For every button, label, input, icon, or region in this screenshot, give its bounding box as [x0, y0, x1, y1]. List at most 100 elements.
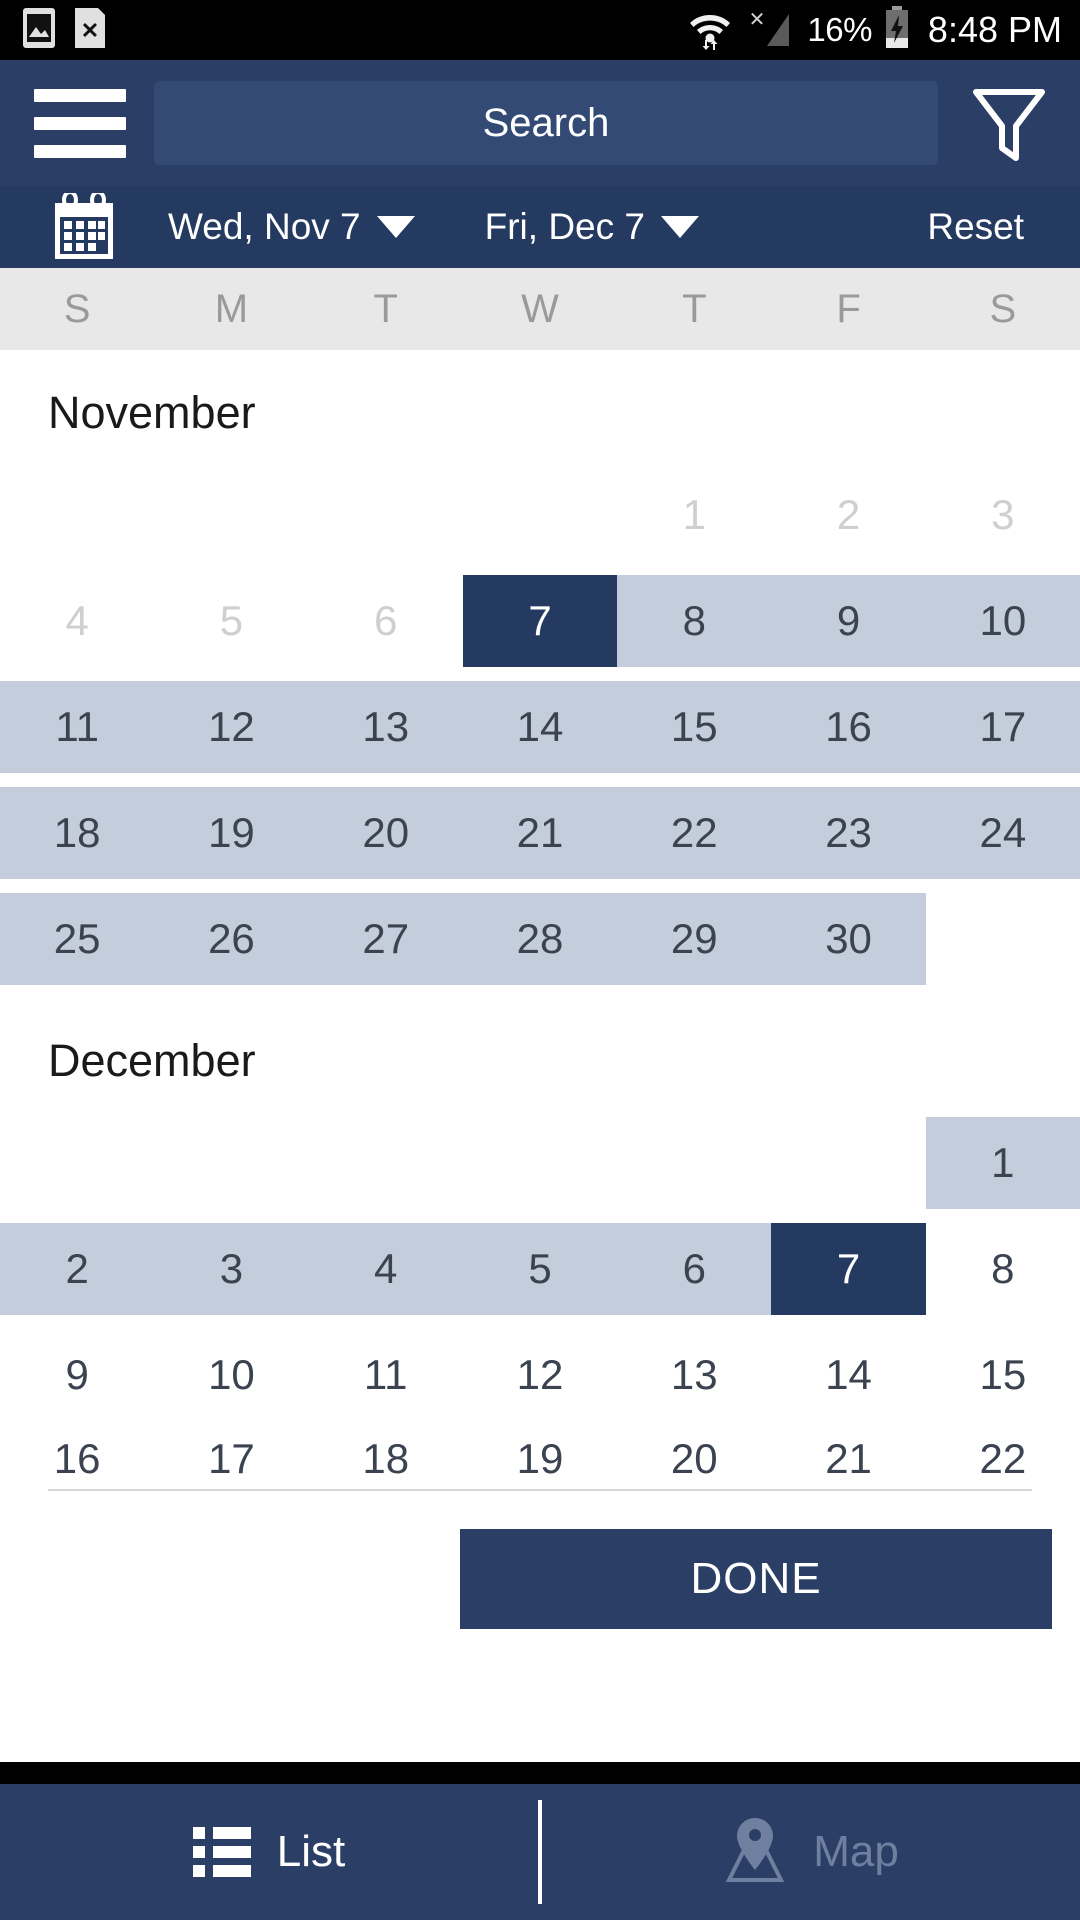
weekday-label: W	[521, 286, 559, 331]
calendar-day-cell[interactable]: 10	[925, 575, 1080, 667]
calendar-day-cell[interactable]: 15	[617, 681, 772, 773]
calendar-day-cell[interactable]: 19	[463, 1435, 617, 1483]
calendar-day-cell[interactable]: 19	[154, 787, 309, 879]
hamburger-menu-icon[interactable]	[34, 88, 126, 158]
calendar-row-gap	[0, 667, 1080, 681]
calendar-day-empty	[154, 469, 308, 561]
calendar-row-gap	[0, 1209, 1080, 1223]
calendar-day-cell[interactable]: 23	[771, 787, 926, 879]
calendar-day-cell[interactable]: 6	[617, 1223, 772, 1315]
image-icon	[22, 7, 56, 54]
weekday-label: T	[373, 286, 398, 331]
calendar-day-cell[interactable]: 22	[926, 1435, 1080, 1483]
calendar-day-cell[interactable]: 17	[925, 681, 1080, 773]
calendar-day-cell[interactable]: 4	[308, 1223, 463, 1315]
calendar-day-cell[interactable]: 22	[617, 787, 772, 879]
weekday-label: T	[682, 286, 707, 331]
calendar-day-cell[interactable]: 8	[617, 575, 772, 667]
nav-item-map[interactable]: Map	[542, 1784, 1080, 1920]
calendar-day-cell[interactable]: 5	[462, 1223, 618, 1315]
calendar-day-cell[interactable]: 8	[926, 1223, 1080, 1315]
wifi-icon	[687, 6, 733, 55]
calendar-row-gap	[0, 1315, 1080, 1329]
calendar-day-cell[interactable]: 28	[462, 893, 618, 985]
end-date-selector[interactable]: Fri, Dec 7	[485, 206, 699, 248]
svg-text:✕: ✕	[749, 9, 766, 31]
calendar-day-cell[interactable]: 16	[0, 1435, 154, 1483]
calendar-day-cell[interactable]: 12	[463, 1329, 617, 1421]
weekday-label: S	[63, 286, 91, 331]
status-bar-left-icons: ✕	[22, 7, 106, 54]
calendar-row-gap	[0, 985, 1080, 999]
calendar-day-cell: 4	[65, 597, 89, 644]
svg-text:✕: ✕	[81, 18, 99, 43]
list-icon	[192, 1827, 251, 1877]
calendar-day-cell[interactable]: 21	[771, 1435, 925, 1483]
nav-item-map-label: Map	[813, 1827, 899, 1876]
calendar-day-cell[interactable]: 9	[0, 1329, 154, 1421]
filter-funnel-icon[interactable]	[966, 82, 1052, 164]
calendar-day-cell[interactable]: 7	[771, 1223, 926, 1315]
calendar-week-row: 16 17 18 19 20 21 22	[0, 1435, 1080, 1483]
calendar-day-cell: 6	[374, 597, 398, 644]
calendar-day-cell[interactable]: 17	[154, 1435, 308, 1483]
calendar-day-cell[interactable]: 14	[771, 1329, 925, 1421]
calendar-week-row: 1	[0, 1117, 1080, 1209]
calendar-day-cell[interactable]: 25	[0, 893, 155, 985]
calendar-row-gap	[0, 561, 1080, 575]
calendar-day-cell[interactable]: 9	[771, 575, 926, 667]
done-button[interactable]: DONE	[460, 1529, 1052, 1629]
calendar-day-cell[interactable]: 11	[0, 681, 155, 773]
signal-x-icon: ✕	[745, 6, 795, 55]
calendar-day-cell[interactable]: 24	[925, 787, 1080, 879]
calendar-week-row: 9 10 11 12 13 14 15	[0, 1329, 1080, 1421]
calendar-row-gap	[0, 773, 1080, 787]
calendar-day-cell[interactable]: 2	[0, 1223, 155, 1315]
status-bar-right-icons: ✕ 16% 8:48 PM	[687, 5, 1062, 55]
calendar-day-cell[interactable]: 30	[771, 893, 926, 985]
calendar-icon[interactable]	[0, 193, 168, 261]
calendar-day-cell[interactable]: 3	[154, 1223, 309, 1315]
month-title: December	[48, 1035, 256, 1086]
sim-card-x-icon: ✕	[74, 7, 106, 54]
calendar-day-cell[interactable]: 16	[771, 681, 926, 773]
calendar-week-row: 18 19 20 21 22 23 24	[0, 787, 1080, 879]
calendar-day-cell[interactable]: 12	[154, 681, 309, 773]
calendar-row-gap	[0, 1421, 1080, 1435]
calendar-day-empty	[771, 1117, 925, 1209]
calendar-day-empty	[309, 469, 463, 561]
calendar-day-cell[interactable]: 20	[617, 1435, 771, 1483]
calendar-day-cell[interactable]: 14	[462, 681, 618, 773]
calendar-day-cell[interactable]: 10	[154, 1329, 308, 1421]
nav-item-list[interactable]: List	[0, 1784, 538, 1920]
calendar-day-cell[interactable]: 1	[925, 1117, 1080, 1209]
calendar-day-cell[interactable]: 13	[308, 681, 463, 773]
calendar-day-empty	[154, 1117, 308, 1209]
calendar-day-empty	[0, 1117, 154, 1209]
done-row: DONE	[0, 1491, 1080, 1629]
reset-button[interactable]: Reset	[927, 206, 1024, 248]
calendar-day-cell[interactable]: 18	[309, 1435, 463, 1483]
weekday-label: S	[989, 286, 1017, 331]
calendar-day-cell[interactable]: 29	[617, 893, 772, 985]
calendar-scroll-area[interactable]: November 1 2 3 4 5 6 7 8 9 10 11 12 13 14 15 16 17 18 19 20 2…	[0, 351, 1080, 1920]
calendar-day-cell[interactable]: 18	[0, 787, 155, 879]
search-input[interactable]: Search	[154, 81, 938, 165]
calendar-day-cell[interactable]: 7	[462, 575, 618, 667]
calendar-day-cell[interactable]: 13	[617, 1329, 771, 1421]
start-date-selector[interactable]: Wed, Nov 7	[168, 206, 415, 248]
date-filter-bar: Wed, Nov 7 Fri, Dec 7 Reset	[0, 186, 1080, 268]
calendar-week-row: 25 26 27 28 29 30	[0, 893, 1080, 985]
calendar-day-cell[interactable]: 27	[308, 893, 463, 985]
calendar-day-cell: 5	[219, 597, 244, 644]
weekday-label: F	[836, 286, 861, 331]
calendar-day-cell[interactable]: 20	[308, 787, 463, 879]
calendar-day-empty	[0, 469, 154, 561]
calendar-day-cell[interactable]: 21	[462, 787, 618, 879]
bottom-navigation: List Map	[0, 1784, 1080, 1920]
calendar-day-cell[interactable]: 11	[309, 1329, 463, 1421]
calendar-row-gap	[0, 879, 1080, 893]
calendar-day-cell[interactable]: 26	[154, 893, 309, 985]
calendar-day-cell[interactable]: 15	[926, 1329, 1080, 1421]
calendar-day-empty	[926, 893, 1080, 985]
